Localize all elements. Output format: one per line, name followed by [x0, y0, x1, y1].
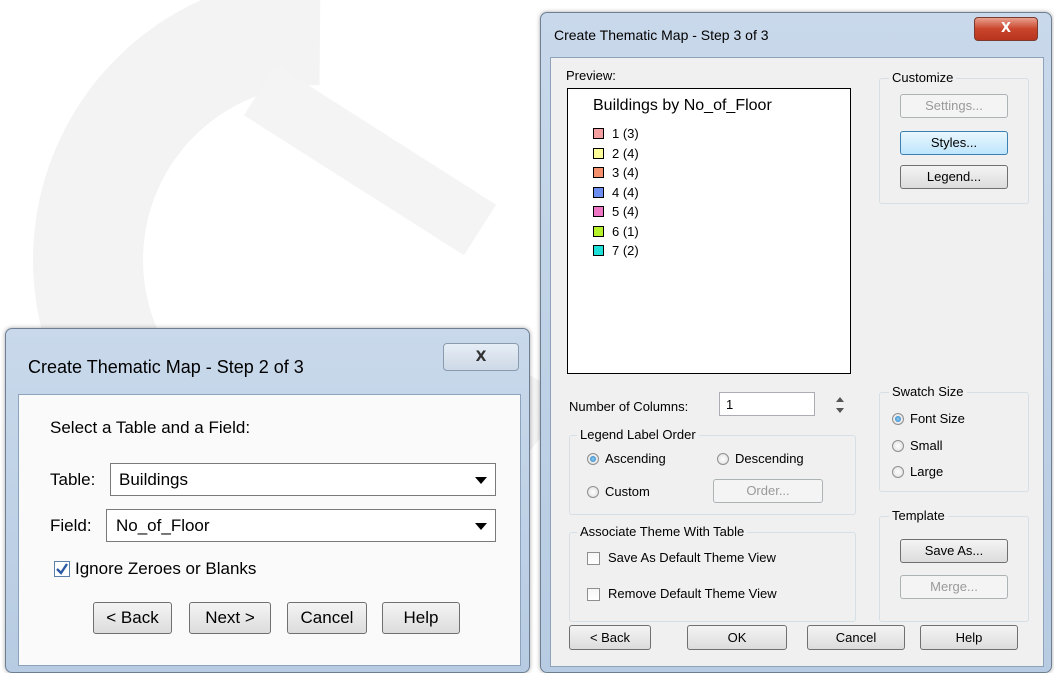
legend-swatch	[593, 225, 604, 237]
step3-close-button[interactable]: X	[974, 17, 1038, 41]
ignore-zeroes-checkbox[interactable]	[54, 561, 70, 577]
columns-label: Number of Columns:	[569, 399, 689, 414]
spin-down-icon	[836, 408, 844, 413]
legend-item-label: 7 (2)	[612, 243, 639, 258]
legend-swatch	[593, 245, 604, 256]
step2-client: Select a Table and a Field: Table: Build…	[18, 394, 521, 666]
settings-button[interactable]: Settings...	[900, 94, 1008, 118]
legend-swatch	[593, 128, 604, 139]
step3-cancel-button[interactable]: Cancel	[807, 625, 905, 650]
save-default-checkbox[interactable]	[587, 552, 600, 565]
field-label: Field:	[50, 516, 92, 535]
step2-help-button[interactable]: Help	[382, 602, 460, 634]
legend-swatch	[593, 147, 604, 159]
remove-default-checkbox[interactable]	[587, 588, 600, 601]
template-group-label: Template	[889, 508, 948, 523]
step3-client: Preview: Buildings by No_of_Floor 1 (3) 2…	[550, 57, 1044, 667]
associate-theme-group-label: Associate Theme With Table	[577, 524, 748, 539]
field-select[interactable]: No_of_Floor	[106, 509, 496, 542]
table-label: Table:	[50, 470, 96, 489]
template-group	[879, 516, 1029, 622]
columns-spinner[interactable]	[833, 394, 847, 416]
custom-radio[interactable]	[587, 486, 599, 498]
legend-item-label: 6 (1)	[612, 223, 639, 239]
legend-item-label: 2 (4)	[612, 145, 639, 161]
ascending-label: Ascending	[605, 451, 666, 466]
descending-label: Descending	[735, 451, 804, 466]
legend-item-label: 1 (3)	[612, 126, 639, 141]
step2-prompt: Select a Table and a Field:	[50, 418, 251, 437]
small-radio[interactable]	[892, 440, 904, 452]
columns-input-value: 1	[726, 397, 734, 412]
label-order-group	[569, 435, 856, 515]
remove-default-label: Remove Default Theme View	[608, 586, 777, 601]
step3-back-button[interactable]: < Back	[569, 625, 651, 650]
chevron-down-icon	[475, 522, 487, 530]
font-size-label: Font Size	[910, 411, 965, 426]
ascending-radio[interactable]	[587, 453, 599, 465]
label-order-group-label: Legend Label Order	[577, 427, 699, 442]
legend-item-label: 3 (4)	[612, 165, 639, 180]
legend-swatch	[593, 206, 604, 217]
close-icon: X	[475, 349, 487, 365]
font-size-radio[interactable]	[892, 413, 904, 425]
styles-button[interactable]: Styles...	[900, 131, 1008, 155]
legend-swatch	[593, 167, 604, 178]
step3-help-button[interactable]: Help	[920, 625, 1018, 650]
step3-title: Create Thematic Map - Step 3 of 3	[554, 27, 769, 43]
legend-item-label: 4 (4)	[612, 184, 639, 200]
step2-dialog: Create Thematic Map - Step 2 of 3 X Sele…	[5, 328, 530, 673]
step2-titlebar[interactable]: Create Thematic Map - Step 2 of 3 X	[6, 329, 529, 399]
legend-item-label: 5 (4)	[612, 204, 639, 219]
swatch-size-group-label: Swatch Size	[889, 384, 967, 399]
legend-button[interactable]: Legend...	[900, 165, 1008, 189]
legend-title: Buildings by No_of_Floor	[593, 97, 772, 114]
table-select[interactable]: Buildings	[110, 463, 496, 496]
step2-close-button[interactable]: X	[443, 343, 519, 371]
checkmark-icon	[56, 563, 68, 575]
small-label: Small	[910, 438, 943, 453]
ignore-zeroes-label: Ignore Zeroes or Blanks	[75, 559, 257, 578]
spin-up-icon	[836, 397, 844, 402]
descending-radio[interactable]	[717, 453, 729, 465]
step2-back-button[interactable]: < Back	[93, 602, 172, 634]
preview-label: Preview:	[566, 68, 616, 83]
step2-cancel-button[interactable]: Cancel	[287, 602, 367, 634]
legend-preview-pane: Buildings by No_of_Floor 1 (3) 2 (4) 3 (4)…	[567, 88, 851, 374]
step2-title: Create Thematic Map - Step 2 of 3	[28, 357, 304, 377]
chevron-down-icon	[475, 476, 487, 484]
step3-titlebar[interactable]: Create Thematic Map - Step 3 of 3 X	[541, 13, 1051, 53]
field-select-value: No_of_Floor	[116, 516, 210, 535]
associate-theme-group	[569, 532, 856, 622]
custom-label: Custom	[605, 484, 650, 499]
step3-dialog: Create Thematic Map - Step 3 of 3 X Prev…	[540, 12, 1052, 673]
order-button[interactable]: Order...	[713, 479, 823, 503]
legend-swatch	[593, 186, 604, 198]
columns-input[interactable]: 1	[719, 392, 815, 416]
save-default-label: Save As Default Theme View	[608, 550, 776, 565]
large-radio[interactable]	[892, 466, 904, 478]
table-select-value: Buildings	[119, 470, 188, 489]
merge-button[interactable]: Merge...	[900, 575, 1008, 599]
customize-group-label: Customize	[889, 70, 957, 85]
ok-button[interactable]: OK	[687, 625, 787, 650]
large-label: Large	[910, 464, 944, 479]
save-as-button[interactable]: Save As...	[900, 539, 1008, 563]
close-icon: X	[1000, 21, 1012, 36]
step2-next-button[interactable]: Next >	[189, 602, 271, 634]
